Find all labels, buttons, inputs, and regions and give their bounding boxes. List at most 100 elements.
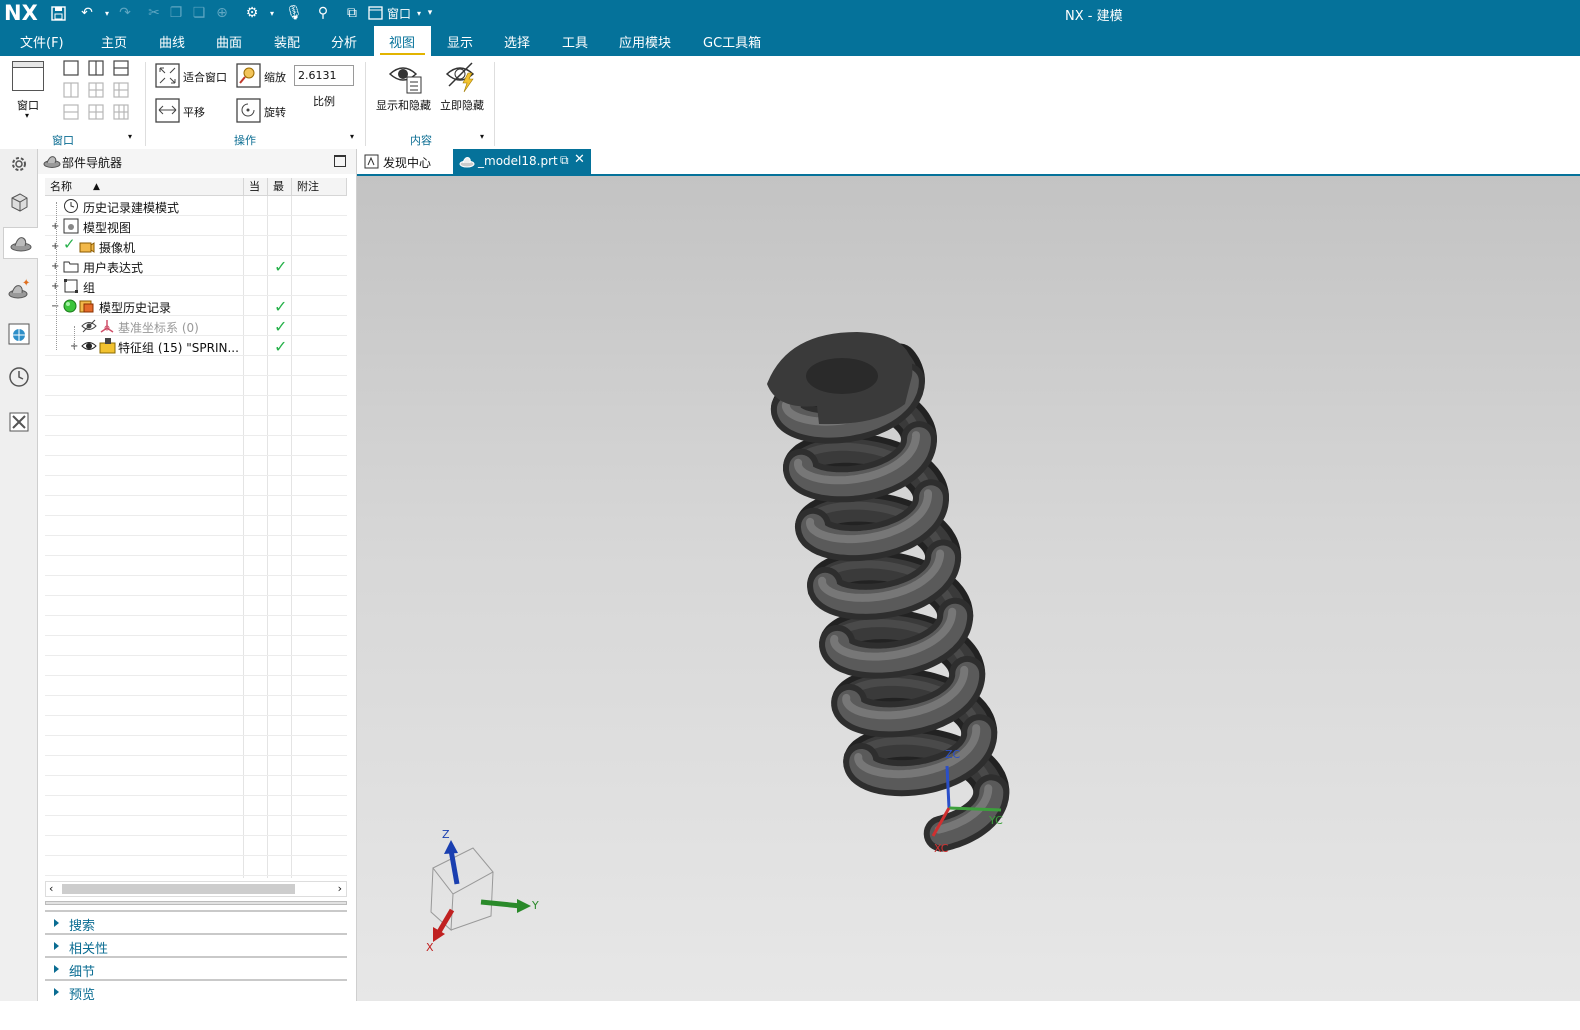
column-current-header[interactable]: 当 [244,178,268,196]
cut-icon[interactable]: ✂ [145,4,163,22]
command-finder-icon[interactable]: ⚲ [314,4,332,22]
graphics-viewport[interactable]: ZC YC XC Z Y X [357,176,1580,1001]
tree-row-groups[interactable]: + 组 [45,276,347,296]
visible-eye-icon[interactable] [81,339,97,353]
section-search[interactable]: 搜索 [45,910,347,934]
instant-hide-icon[interactable] [444,59,480,95]
maximize-panel-icon[interactable] [334,155,346,167]
fit-window-icon[interactable] [155,63,180,88]
navigator-header: 部件导航器 [38,149,356,174]
part-file-icon [459,157,475,168]
rotate-label[interactable]: 旋转 [264,104,286,120]
rotate-icon[interactable] [236,98,261,123]
column-name-header[interactable]: 名称 ▲ [45,178,244,196]
group-content-expand-icon[interactable]: ▾ [480,132,484,141]
layout-grid-icons[interactable] [62,59,134,123]
menu-tools[interactable]: 工具 [562,32,588,51]
datum-csys-icon [100,320,114,333]
switch-window-icon[interactable]: ⧉ [343,4,361,22]
section-preview[interactable]: 预览 [45,979,347,1003]
menu-assembly[interactable]: 装配 [274,32,300,51]
menu-curve[interactable]: 曲线 [159,32,185,51]
section-label: 搜索 [69,919,96,934]
show-hide-label[interactable]: 显示和隐藏 [376,97,431,113]
column-notes-header[interactable]: 附注 [292,178,347,196]
tree-row-datum-csys[interactable]: 基准坐标系 (0) ✓ [45,316,347,336]
delete-icon[interactable]: ⊕ [213,4,231,22]
group-content-label: 内容 [410,134,432,147]
reuse-library-icon[interactable]: ✦ [4,274,34,304]
copy-icon[interactable]: ❐ [167,4,185,22]
window-dropdown-icon[interactable]: ▾ [25,111,29,120]
status-green-ball-icon [63,299,77,313]
menu-surface[interactable]: 曲面 [216,32,242,51]
section-details[interactable]: 细节 [45,956,347,980]
undo-dropdown-icon[interactable]: ▾ [98,4,116,22]
pan-icon[interactable] [155,98,180,123]
tools-icon[interactable] [4,407,34,437]
empty-tree-row [45,416,347,436]
close-tab-icon[interactable]: ✕ [574,152,585,167]
modified-icon: ⧉ [560,153,569,167]
web-browser-icon[interactable] [4,319,34,349]
menu-analysis[interactable]: 分析 [331,32,357,51]
tree-row-model-views[interactable]: + 模型视图 [45,216,347,236]
wcs-yc-label: YC [989,814,1003,827]
latest-check-icon: ✓ [274,317,288,336]
tree-row-feature-group[interactable]: + 特征组 (15) "SPRIN... ✓ [45,336,347,356]
group-operation-expand-icon[interactable]: ▾ [350,132,354,141]
undo-icon[interactable]: ↶ [78,4,96,22]
empty-tree-row [45,536,347,556]
show-hide-icon[interactable] [387,59,423,95]
panel-splitter[interactable] [45,901,347,905]
customize-qat-icon[interactable]: ▾ [421,4,439,22]
touch-dropdown-icon[interactable]: ▾ [263,4,281,22]
window-layout-icon[interactable] [12,61,44,91]
zoom-label[interactable]: 缩放 [264,69,286,85]
touch-mode-icon[interactable]: ⚙ [243,4,261,22]
save-icon[interactable] [49,4,67,22]
paste-icon[interactable]: ❏ [190,4,208,22]
empty-tree-row [45,836,347,856]
menu-view[interactable]: 视图 [374,26,431,56]
history-clock-icon[interactable] [4,362,34,392]
hidden-eye-icon[interactable] [81,319,97,333]
tab-model18[interactable]: _model18.prt ⧉ ✕ [453,149,591,174]
menu-gc-toolkit[interactable]: GC工具箱 [703,32,761,51]
menu-file[interactable]: 文件(F) [20,32,64,51]
scroll-thumb[interactable] [62,884,295,894]
expand-arrow-icon [54,988,59,996]
zoom-icon[interactable] [236,63,261,88]
part-navigator-icon[interactable] [3,227,38,259]
tree-row-model-history[interactable]: − 模型历史记录 ✓ [45,296,347,316]
empty-tree-row [45,376,347,396]
zoom-scale-input[interactable]: 2.6131 [294,65,354,86]
menu-display[interactable]: 显示 [447,32,473,51]
window-menu-label[interactable]: 窗口 [387,5,411,22]
group-window-expand-icon[interactable]: ▾ [128,132,132,141]
scroll-right-icon[interactable]: › [338,882,342,895]
menu-applications[interactable]: 应用模块 [619,32,671,51]
tab-discovery-center[interactable]: 发现中心 [357,149,453,174]
horizontal-scrollbar[interactable]: ‹ › [45,881,347,897]
tree-row-history-mode[interactable]: 历史记录建模模式 [45,196,347,216]
settings-gear-icon[interactable] [4,149,34,179]
tree-row-cameras[interactable]: + ✓ 摄像机 [45,235,347,256]
scroll-left-icon[interactable]: ‹ [49,882,53,895]
menu-select[interactable]: 选择 [504,32,530,51]
latest-check-icon: ✓ [274,257,288,276]
window-icon[interactable] [366,4,384,22]
column-latest-header[interactable]: 最 [268,178,292,196]
menu-home[interactable]: 主页 [101,32,127,51]
section-dependencies[interactable]: 相关性 [45,933,347,957]
triad-z-label: Z [442,828,450,841]
assembly-navigator-icon[interactable] [4,187,34,217]
fit-window-label[interactable]: 适合窗口 [183,69,227,85]
nx-logo: NX [4,1,38,25]
microphone-icon[interactable]: 🎙 [285,4,303,22]
expand-arrow-icon [54,919,59,927]
pan-label[interactable]: 平移 [183,104,205,120]
tree-row-user-expressions[interactable]: + 用户表达式 ✓ [45,256,347,276]
instant-hide-label[interactable]: 立即隐藏 [440,97,484,113]
redo-icon[interactable]: ↷ [116,4,134,22]
